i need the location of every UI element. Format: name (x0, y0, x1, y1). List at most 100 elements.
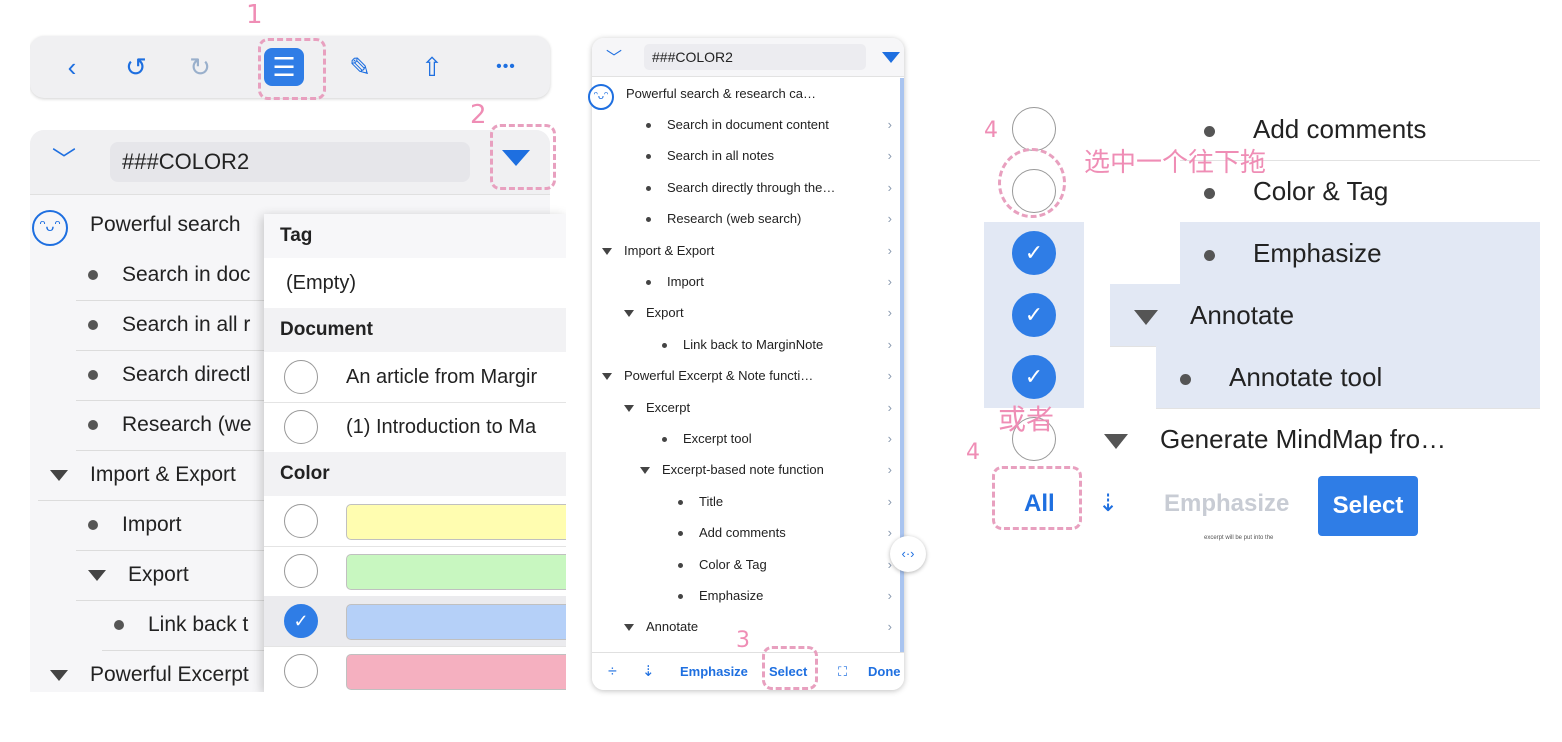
document-radio[interactable] (284, 410, 318, 444)
bullet-icon (678, 594, 683, 600)
select-button[interactable]: Select (1318, 476, 1418, 536)
outline-row[interactable]: Color & Tag › (592, 549, 904, 580)
chevron-right-icon[interactable]: › (888, 580, 892, 611)
color-filter-item[interactable] (264, 546, 566, 597)
disclosure-triangle-icon[interactable] (624, 310, 634, 318)
undo-icon[interactable]: ↺ (116, 48, 156, 86)
back-icon[interactable]: ‹ (52, 48, 92, 86)
disclosure-triangle-icon[interactable] (602, 247, 612, 255)
search-input[interactable]: ###COLOR2 (110, 142, 470, 182)
select-checkbox[interactable] (1012, 293, 1056, 337)
outline-search-bar: ﹀ ###COLOR2 (592, 38, 904, 77)
select-checkbox[interactable] (1012, 107, 1056, 151)
color-radio[interactable] (284, 654, 318, 688)
outline-row[interactable]: Research (web search) › (592, 203, 904, 234)
select-checkbox[interactable] (1012, 355, 1056, 399)
disclosure-triangle-icon[interactable] (602, 373, 612, 381)
select-checkbox[interactable] (1012, 231, 1056, 275)
color-radio[interactable] (284, 554, 318, 588)
bullet-icon (662, 437, 667, 443)
row-label: Import & Export (624, 242, 715, 258)
outline-card: ﹀ ###COLOR2 Powerful search & research c… (592, 38, 904, 690)
outline-row[interactable]: Export › (592, 297, 904, 328)
bullet-icon (646, 217, 651, 223)
chevron-right-icon[interactable]: › (888, 423, 892, 454)
disclosure-triangle-icon[interactable] (50, 469, 68, 481)
document-radio[interactable] (284, 360, 318, 394)
emphasize-button[interactable]: Emphasize (1164, 482, 1289, 526)
row-content: Excerpt (614, 392, 904, 423)
chevron-right-icon[interactable]: › (888, 454, 892, 485)
disclosure-triangle-icon[interactable] (624, 624, 634, 632)
chevron-right-icon[interactable]: › (888, 266, 892, 297)
outline-root-row[interactable]: Powerful search & research ca… (592, 78, 904, 109)
outline-row[interactable]: Excerpt tool › (592, 423, 904, 454)
chevron-down-icon[interactable]: ﹀ (606, 44, 622, 68)
smiley-icon[interactable]: ᵔᴗᵔ (32, 210, 68, 246)
chevron-right-icon[interactable]: › (888, 486, 892, 517)
chevron-down-icon[interactable]: ﹀ (52, 140, 76, 175)
splitter-handle[interactable]: ‹·› (890, 536, 926, 572)
row-content: Research (web search) (636, 203, 904, 234)
disclosure-triangle-icon[interactable] (1134, 309, 1158, 325)
document-item[interactable]: (1) Introduction to Ma (264, 402, 566, 453)
emphasize-button[interactable]: Emphasize (680, 653, 748, 690)
chevron-right-icon[interactable]: › (888, 235, 892, 266)
outline-row[interactable]: Emphasize › (592, 580, 904, 611)
disclosure-triangle-icon[interactable] (640, 467, 650, 475)
chevron-right-icon[interactable]: › (888, 329, 892, 360)
row-content: Generate MindMap fro… (1080, 408, 1540, 471)
chevron-right-icon[interactable]: › (888, 297, 892, 328)
row-label: Powerful Excerpt (90, 663, 249, 686)
chevron-right-icon[interactable]: › (888, 140, 892, 171)
smiley-icon[interactable]: ᵔᴗᵔ (588, 84, 614, 110)
outline-row[interactable]: Excerpt-based note function › (592, 454, 904, 485)
selectable-row[interactable]: Annotate tool (984, 346, 1540, 409)
redo-icon[interactable]: ↻ (180, 48, 220, 86)
disclosure-triangle-icon[interactable] (50, 669, 68, 681)
share-icon[interactable]: ⇧ (412, 48, 452, 86)
chevron-right-icon[interactable]: › (888, 611, 892, 642)
disclosure-triangle-icon[interactable] (1104, 433, 1128, 449)
outline-row[interactable]: Search in document content › (592, 109, 904, 140)
chevron-right-icon[interactable]: › (888, 203, 892, 234)
outline-row[interactable]: Import & Export › (592, 235, 904, 266)
color-filter-item[interactable] (264, 646, 566, 692)
outline-row[interactable]: Powerful Excerpt & Note functi… › (592, 360, 904, 391)
edit-icon[interactable]: ✎ (340, 48, 380, 86)
filter-icon[interactable] (882, 52, 900, 63)
color-filter-item[interactable] (264, 596, 566, 647)
row-content: Excerpt tool (652, 423, 904, 454)
selectable-row[interactable]: Annotate (984, 284, 1540, 347)
outline-row[interactable]: Import › (592, 266, 904, 297)
outline-row[interactable]: Add comments › (592, 517, 904, 548)
more-icon[interactable]: ••• (486, 48, 526, 86)
chevron-right-icon[interactable]: › (888, 109, 892, 140)
color-radio[interactable] (284, 504, 318, 538)
chevron-right-icon[interactable]: › (888, 517, 892, 548)
disclosure-triangle-icon[interactable] (88, 569, 106, 581)
selectable-row[interactable]: Emphasize (984, 222, 1540, 285)
color-radio[interactable] (284, 604, 318, 638)
outline-row[interactable]: Link back to MarginNote › (592, 329, 904, 360)
chevron-right-icon[interactable]: › (888, 392, 892, 423)
chevron-right-icon[interactable]: › (888, 172, 892, 203)
done-button[interactable]: Done (868, 653, 901, 690)
document-item[interactable]: An article from Margir (264, 352, 566, 403)
outline-row[interactable]: Excerpt › (592, 392, 904, 423)
row-label: Excerpt (646, 399, 691, 415)
chevron-right-icon[interactable]: › (888, 360, 892, 391)
tag-empty-item[interactable]: (Empty) (264, 258, 566, 309)
disclosure-triangle-icon[interactable] (624, 404, 634, 412)
expand-collapse-icon[interactable]: ÷ (608, 653, 617, 690)
sort-icon[interactable]: ⇣ (642, 653, 655, 690)
color-filter-item[interactable] (264, 496, 566, 547)
search-input[interactable]: ###COLOR2 (644, 44, 866, 70)
sort-icon[interactable]: ⇣ (1098, 482, 1118, 526)
row-label: Search in document content (667, 117, 829, 132)
selectable-row[interactable]: Generate MindMap fro… (984, 408, 1540, 471)
fullscreen-icon[interactable]: ⛶ (838, 653, 847, 690)
outline-row[interactable]: Title › (592, 486, 904, 517)
outline-row[interactable]: Search in all notes › (592, 140, 904, 171)
outline-row[interactable]: Search directly through the… › (592, 172, 904, 203)
